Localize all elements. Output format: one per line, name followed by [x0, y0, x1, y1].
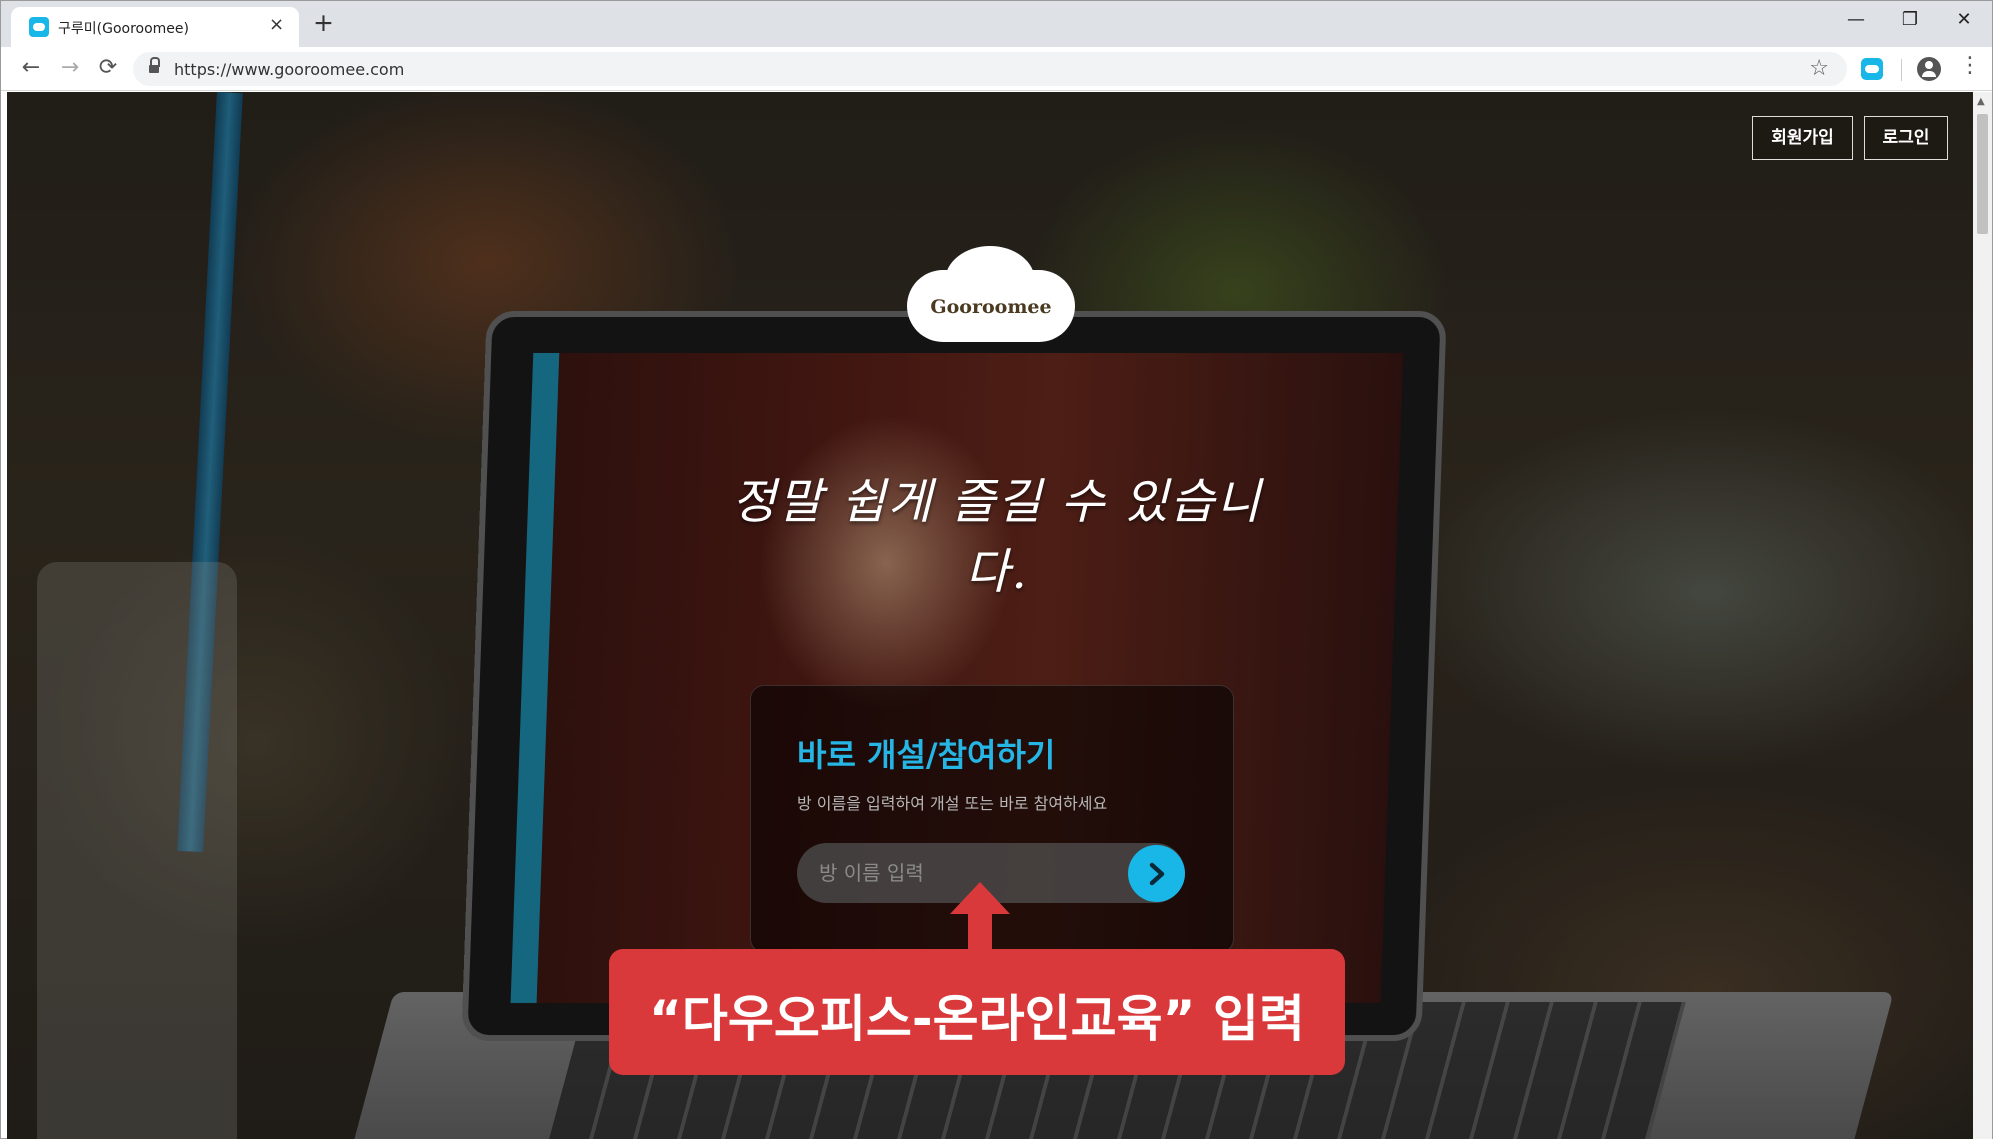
browser-toolbar: ← → ⟳ https://www.gooroomee.com ☆ ⋮ — [1, 47, 1992, 91]
restore-button[interactable]: ❐ — [1890, 9, 1930, 30]
chevron-right-icon — [1149, 862, 1165, 886]
hero-headline: 정말 쉽게 즐길 수 있습니다. — [731, 474, 1263, 600]
minimize-button[interactable]: — — [1836, 9, 1876, 30]
browser-window: 구루미(Gooroomee) × + — ❐ ✕ ← → ⟳ https://w… — [0, 0, 1993, 1139]
bookmark-star-icon[interactable]: ☆ — [1809, 56, 1829, 81]
page-scrollbar[interactable]: ▲ — [1973, 92, 1992, 1139]
quick-join-title: 바로 개설/참여하기 — [797, 736, 1056, 774]
tab-strip: 구루미(Gooroomee) × + — ❐ ✕ — [1, 1, 1992, 47]
reload-icon[interactable]: ⟳ — [93, 55, 123, 81]
new-tab-button[interactable]: + — [313, 9, 334, 37]
login-button[interactable]: 로그인 — [1864, 116, 1948, 160]
page-viewport: Gooroomee 회원가입 로그인 정말 쉽게 즐길 수 있습니다. 바로 개… — [7, 92, 1973, 1139]
scroll-thumb[interactable] — [1977, 114, 1988, 234]
tab-gooroomee[interactable]: 구루미(Gooroomee) × — [11, 7, 299, 47]
back-arrow-icon[interactable]: ← — [16, 55, 46, 81]
close-window-button[interactable]: ✕ — [1944, 9, 1984, 30]
gooroomee-favicon-icon — [29, 17, 49, 37]
annotation-callout-text: “다우오피스-온라인교육” 입력 — [649, 990, 1305, 1048]
forward-arrow-icon[interactable]: → — [55, 55, 85, 81]
gooroomee-logo[interactable]: Gooroomee — [907, 246, 1075, 352]
logo-text: Gooroomee — [930, 296, 1052, 318]
lock-icon — [149, 57, 160, 74]
annotation-callout: “다우오피스-온라인교육” 입력 — [609, 949, 1345, 1075]
url-text[interactable]: https://www.gooroomee.com — [174, 60, 404, 79]
join-go-button[interactable] — [1128, 845, 1185, 902]
gooroomee-extension-icon[interactable] — [1861, 58, 1883, 80]
address-bar[interactable]: https://www.gooroomee.com ☆ — [133, 52, 1847, 86]
tab-close-icon[interactable]: × — [269, 14, 284, 35]
signup-button[interactable]: 회원가입 — [1752, 116, 1853, 160]
tab-title: 구루미(Gooroomee) — [58, 21, 189, 37]
toolbar-divider — [1901, 59, 1902, 81]
quick-join-description: 방 이름을 입력하여 개설 또는 바로 참여하세요 — [797, 794, 1108, 813]
profile-icon[interactable] — [1917, 57, 1941, 81]
scroll-up-arrow-icon[interactable]: ▲ — [1977, 96, 1985, 107]
browser-menu-icon[interactable]: ⋮ — [1959, 53, 1981, 78]
